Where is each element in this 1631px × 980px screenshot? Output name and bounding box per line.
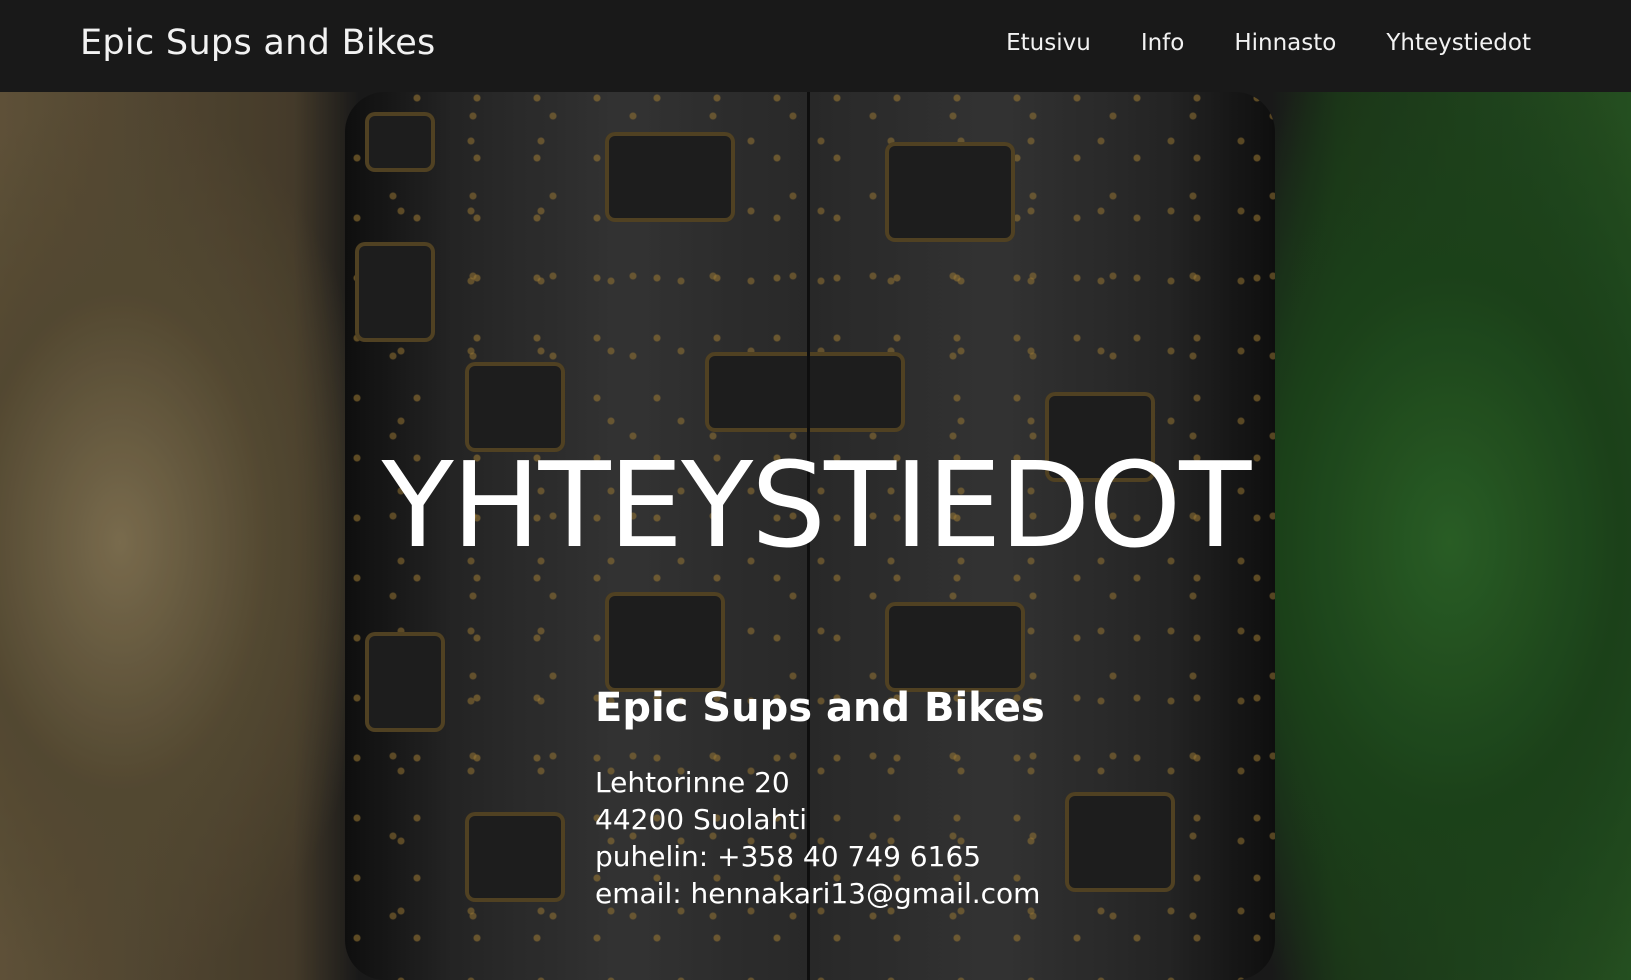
contact-info: Epic Sups and Bikes Lehtorinne 20 44200 … (595, 682, 1045, 912)
email-address: email: hennakari13@gmail.com (595, 877, 1041, 910)
address-street: Lehtorinne 20 (595, 766, 790, 799)
nav-link-info[interactable]: Info (1141, 28, 1185, 58)
page-title: YHTEYSTIEDOT (381, 436, 1252, 574)
company-name: Epic Sups and Bikes (595, 685, 1045, 731)
top-navbar: Epic Sups and Bikes Etusivu Info Hinnast… (0, 0, 1631, 92)
main-nav: Etusivu Info Hinnasto Yhteystiedot (1006, 28, 1531, 58)
nav-link-etusivu[interactable]: Etusivu (1006, 28, 1091, 58)
nav-link-yhteystiedot[interactable]: Yhteystiedot (1386, 28, 1531, 58)
site-brand-link[interactable]: Epic Sups and Bikes (80, 21, 436, 66)
phone-number: puhelin: +358 40 749 6165 (595, 840, 982, 873)
nav-link-hinnasto[interactable]: Hinnasto (1234, 28, 1336, 58)
address-city: 44200 Suolahti (595, 803, 808, 836)
